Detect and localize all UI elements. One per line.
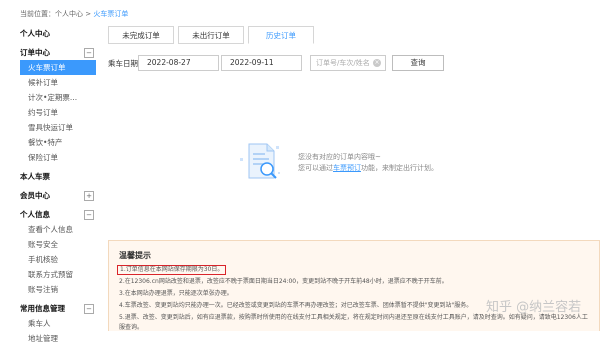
empty-state: 您没有对应的订单内容哦~ 您可以通过车票预订功能，来制定出行计划。: [238, 138, 488, 188]
breadcrumb-current: 火车票订单: [93, 10, 129, 18]
sidebar-group-personal-center[interactable]: 个人中心: [20, 26, 96, 41]
sidebar-group-personal-info[interactable]: 个人信息 −: [20, 207, 96, 222]
breadcrumb: 当前位置：个人中心 > 火车票订单: [20, 9, 128, 19]
travel-date-label: 乘车日期: [108, 59, 138, 68]
sidebar-group-label: 常用信息管理: [20, 304, 65, 313]
sidebar-group-label: 会员中心: [20, 191, 50, 200]
query-button[interactable]: 查询: [392, 55, 444, 71]
sidebar-item-waitlist-orders[interactable]: 候补订单: [20, 75, 96, 90]
sidebar-item-catering[interactable]: 餐饮•特产: [20, 135, 96, 150]
sidebar-group-member-center[interactable]: 会员中心 +: [20, 188, 96, 203]
collapse-toggle-icon[interactable]: −: [84, 48, 94, 58]
sidebar-item-train-ticket-orders[interactable]: 火车票订单: [20, 60, 96, 75]
expand-toggle-icon[interactable]: +: [84, 191, 94, 201]
main-content: 未完成订单 未出行订单 历史订单 乘车日期 2022-08-27 - 2022-…: [108, 26, 600, 331]
empty-message: 您没有对应的订单内容哦~: [298, 153, 381, 161]
sidebar-item-passengers[interactable]: 乘车人: [20, 316, 96, 331]
sidebar-item-multi-ride-tickets[interactable]: 计次•定期票...: [20, 90, 96, 105]
breadcrumb-home-link[interactable]: 个人中心: [55, 10, 83, 18]
sidebar-group-order-center[interactable]: 订单中心 −: [20, 45, 96, 60]
sidebar-item-account-cancel[interactable]: 账号注销: [20, 282, 96, 297]
sidebar-group-label: 订单中心: [20, 48, 50, 57]
sidebar-group-my-tickets[interactable]: 本人车票: [20, 169, 96, 184]
tab-unfinished-orders[interactable]: 未完成订单: [108, 26, 174, 44]
empty-hint-suffix: 功能，来制定出行计划。: [361, 164, 438, 172]
tab-upcoming-orders[interactable]: 未出行订单: [178, 26, 244, 44]
tip-item: 4.车票改签、变更到站均只能办理一次。已经改签或变更到站的车票不再办理改签；对已…: [119, 302, 473, 309]
empty-document-icon: [240, 143, 280, 179]
sidebar-item-view-profile[interactable]: 查看个人信息: [20, 222, 96, 237]
sidebar-group-label: 个人信息: [20, 210, 50, 219]
tip-item: 3.在本网站办理退票，只能逐次单张办理。: [119, 290, 233, 297]
collapse-toggle-icon[interactable]: −: [84, 304, 94, 314]
ticket-booking-link[interactable]: 车票预订: [333, 164, 361, 172]
empty-hint-prefix: 您可以通过: [298, 164, 333, 172]
sidebar-group-label: 本人车票: [20, 172, 50, 181]
sidebar-item-ski-express-orders[interactable]: 雪具快运订单: [20, 120, 96, 135]
search-input[interactable]: 订单号/车次/姓名 ×: [310, 55, 386, 71]
tips-title: 温馨提示: [119, 251, 151, 260]
breadcrumb-separator: >: [83, 10, 94, 18]
sidebar-item-addresses[interactable]: 地址管理: [20, 331, 96, 346]
empty-hint: 您可以通过车票预订功能，来制定出行计划。: [298, 163, 438, 173]
sidebar-item-phone-verification[interactable]: 手机核验: [20, 252, 96, 267]
sidebar-item-appointment-orders[interactable]: 约号订单: [20, 105, 96, 120]
date-to-input[interactable]: 2022-09-11: [221, 55, 302, 71]
sidebar-item-contact-reserve[interactable]: 联系方式预留: [20, 267, 96, 282]
search-placeholder: 订单号/车次/姓名: [316, 59, 370, 67]
sidebar-item-account-security[interactable]: 账号安全: [20, 237, 96, 252]
sidebar-group-label: 个人中心: [20, 29, 50, 38]
sidebar-nav: 个人中心 订单中心 − 火车票订单 候补订单 计次•定期票... 约号订单 雪具快…: [20, 26, 96, 343]
tips-panel: 温馨提示 1.订单信息在本网站保存期限为30日。 2.在12306.cn网站改签…: [108, 240, 600, 331]
breadcrumb-prefix: 当前位置：: [20, 10, 55, 18]
collapse-toggle-icon[interactable]: −: [84, 210, 94, 220]
clear-icon[interactable]: ×: [373, 59, 381, 67]
filter-bar: 乘车日期 2022-08-27 - 2022-09-11 订单号/车次/姓名 ×…: [108, 54, 600, 74]
tip-item-highlighted: 1.订单信息在本网站保存期限为30日。: [117, 265, 227, 275]
sidebar-group-common-info[interactable]: 常用信息管理 −: [20, 301, 96, 316]
date-from-input[interactable]: 2022-08-27: [138, 55, 219, 71]
tab-history-orders[interactable]: 历史订单: [248, 26, 314, 44]
sidebar-item-insurance-orders[interactable]: 保险订单: [20, 150, 96, 165]
tip-item: 2.在12306.cn网站改签和退票，改签应不晚于票面日期当日24:00，变更到…: [119, 278, 448, 285]
tip-item: 5.退票、改签、变更到站后，如有应退票款，按购票时所使用的在线支付工具相关规定，…: [119, 314, 588, 321]
watermark: 知乎 @纳兰容若: [486, 300, 582, 315]
